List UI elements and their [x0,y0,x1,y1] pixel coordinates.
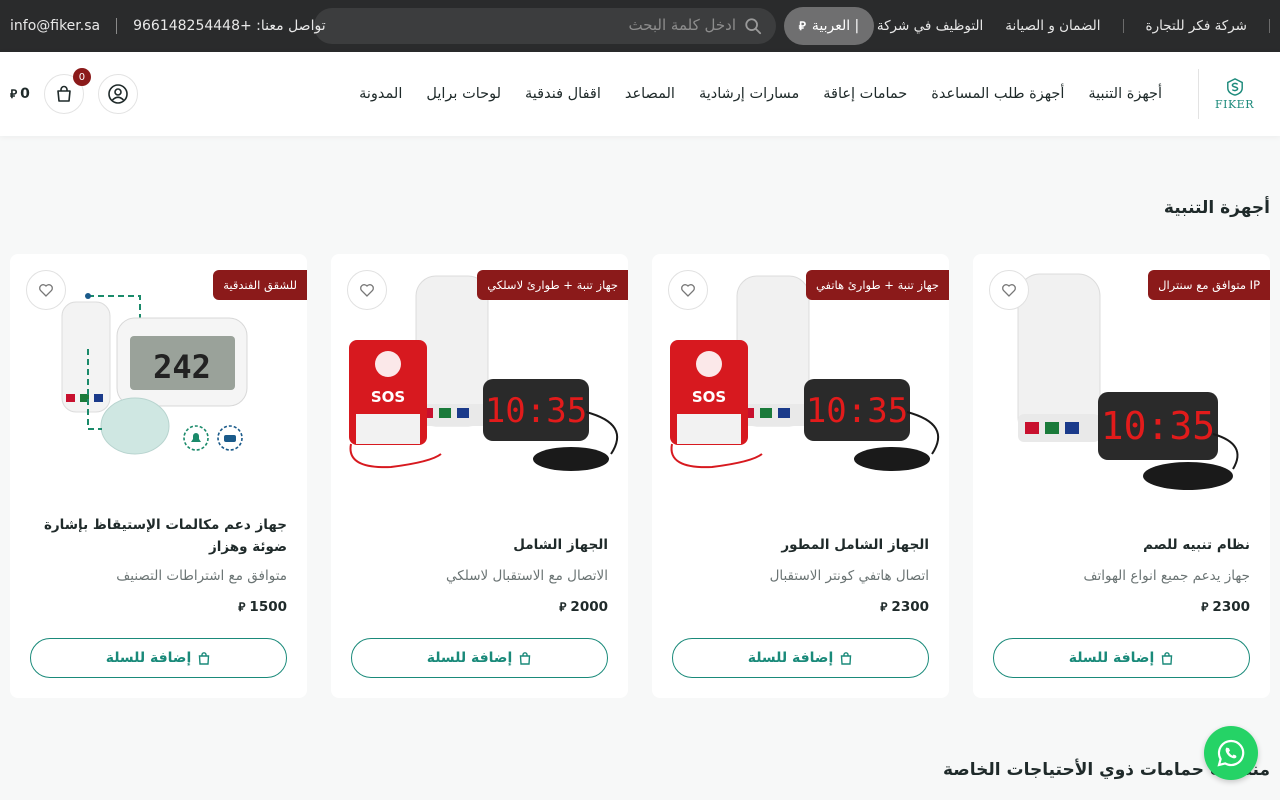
bag-icon [520,652,531,665]
product-tag: للشقق الفندقية [213,270,307,300]
riyal-icon: ⃁ [559,599,567,614]
product-title[interactable]: جهاز دعم مكالمات الإستيقاظ بإشارة ضوئة و… [32,514,287,558]
contact-info: info@fiker.sa تواصل معنا: +966148254448 [10,0,326,52]
product-tag: جهاز تنبة + طوارئ هاتفي [805,270,949,300]
price-value: 2000 [570,599,608,615]
heart-icon [681,284,695,297]
heart-icon [39,284,53,297]
email-link[interactable]: info@fiker.sa [10,18,100,34]
price-value: 2300 [891,599,929,615]
logo-text: FIKER [1214,97,1254,111]
svg-text:10:35: 10:35 [806,391,908,431]
cart-total[interactable]: ⃁ 0 [10,86,30,102]
riyal-icon: ⃁ [10,86,18,101]
bag-icon [1162,652,1173,665]
logo-mark-icon [1226,77,1243,96]
main-nav: أجهزة التنبية أجهزة طلب المساعدة حمامات … [359,52,1162,136]
nav-item-braille-boards[interactable]: لوحات برايل [426,86,501,102]
add-to-cart-button[interactable]: إضافة للسلة [672,638,929,678]
add-to-cart-label: إضافة للسلة [1068,650,1155,666]
search-icon[interactable] [744,17,762,35]
price-value: 2300 [1212,599,1250,615]
riyal-icon: ⃁ [1201,599,1209,614]
product-card[interactable]: 10:35 متوافق مع سنترال IP نظام تنبيه للص… [973,254,1270,698]
wishlist-button[interactable] [347,270,387,310]
add-to-cart-button[interactable]: إضافة للسلة [351,638,608,678]
whatsapp-icon [1217,739,1245,767]
svg-text:SOS: SOS [692,388,726,406]
phone-link[interactable]: تواصل معنا: +966148254448 [133,18,326,34]
nav-item-hotel-locks[interactable]: اقفال فندقية [525,86,601,102]
riyal-icon: ⃁ [880,599,888,614]
bag-icon [841,652,852,665]
language-button[interactable]: ⃁ العربية | [784,7,874,45]
nav-item-guidance-paths[interactable]: مسارات إرشادية [699,86,799,102]
heart-icon [360,284,374,297]
wishlist-button[interactable] [668,270,708,310]
add-to-cart-label: إضافة للسلة [105,650,192,666]
product-price: 2300 ⃁ [880,599,929,615]
riyal-icon: ⃁ [798,18,806,33]
wishlist-button[interactable] [989,270,1029,310]
top-links: شركة فكر للتجارة الضمان و الصيانة التوظي… [851,0,1270,52]
wishlist-button[interactable] [26,270,66,310]
user-icon [108,84,128,104]
svg-text:10:35: 10:35 [1101,404,1215,448]
nav-item-alarm-devices[interactable]: أجهزة التنبية [1088,86,1162,102]
product-price: 2000 ⃁ [559,599,608,615]
svg-text:SOS: SOS [371,388,405,406]
product-card[interactable]: SOS 10:35 جهاز تنبة + طوارئ لاسلكي الجها… [331,254,628,698]
search-input[interactable]: ادخل كلمة البحث [628,16,736,34]
top-bar: شركة فكر للتجارة الضمان و الصيانة التوظي… [0,0,1280,52]
product-title[interactable]: نظام تنبيه للصم [995,534,1250,556]
product-title[interactable]: الجهاز الشامل [353,534,608,556]
cart-icon [57,85,71,102]
add-to-cart-label: إضافة للسلة [426,650,513,666]
product-price: 2300 ⃁ [1201,599,1250,615]
product-subtitle: الاتصال مع الاستقبال لاسلكي [446,568,608,584]
nav-item-elevators[interactable]: المصاعد [625,86,675,102]
bag-icon [199,652,210,665]
nav-item-help-devices[interactable]: أجهزة طلب المساعدة [931,86,1064,102]
nav-item-disability-bathrooms[interactable]: حمامات إعاقة [823,86,907,102]
main-header: FIKER أجهزة التنبية أجهزة طلب المساعدة ح… [0,52,1280,136]
cart-total-value: 0 [20,86,30,102]
heart-icon [1002,284,1016,297]
language-label: العربية | [811,18,860,34]
section-title: أجهزة التنبية [1163,198,1270,218]
add-to-cart-button[interactable]: إضافة للسلة [993,638,1250,678]
product-title[interactable]: الجهاز الشامل المطور [674,534,929,556]
search-bar[interactable]: ادخل كلمة البحث [314,8,776,44]
logo[interactable]: FIKER [1198,69,1270,119]
riyal-icon: ⃁ [238,599,246,614]
account-button[interactable] [97,74,138,114]
add-to-cart-label: إضافة للسلة [747,650,834,666]
product-subtitle: جهاز يدعم جميع انواع الهواتف [1083,568,1251,584]
top-link-warranty[interactable]: الضمان و الصيانة [1005,18,1123,34]
product-tag: متوافق مع سنترال IP [1148,270,1270,300]
header-actions: ⃁ 0 0 [10,68,138,115]
product-tag: جهاز تنبة + طوارئ لاسلكي [477,270,628,300]
nav-item-blog[interactable]: المدونة [359,86,402,102]
product-price: 1500 ⃁ [238,599,287,615]
divider [116,18,118,34]
top-link-company[interactable]: شركة فكر للتجارة [1146,18,1270,34]
product-card[interactable]: SOS 10:35 جهاز تنبة + طوارئ هاتفي الجهاز… [652,254,949,698]
svg-text:242: 242 [153,348,211,386]
cart-button[interactable]: 0 [43,68,91,114]
product-card[interactable]: 242 للشقق الفندقية جهاز دعم مكالمات الإس… [10,254,307,698]
product-grid: 10:35 متوافق مع سنترال IP نظام تنبيه للص… [10,254,1270,698]
cart-count-badge: 0 [72,68,91,86]
price-value: 1500 [249,599,287,615]
product-subtitle: متوافق مع اشتراطات التصنيف [116,568,287,584]
whatsapp-button[interactable] [1204,726,1258,780]
add-to-cart-button[interactable]: إضافة للسلة [30,638,287,678]
product-subtitle: اتصال هاتفي كونتر الاستقبال [769,568,929,584]
svg-text:10:35: 10:35 [485,391,587,431]
